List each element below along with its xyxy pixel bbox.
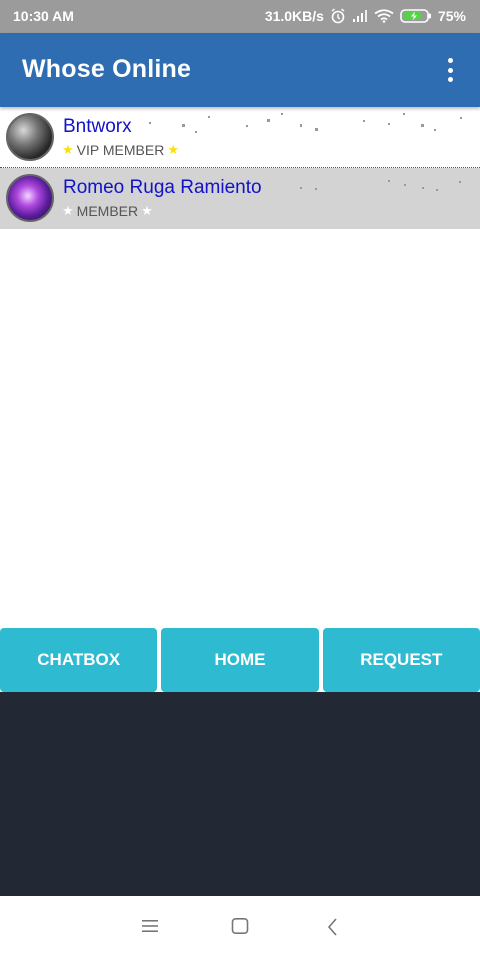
sparkle-decoration <box>300 180 461 191</box>
menu-dot <box>447 58 453 63</box>
request-button[interactable]: REQUEST <box>322 628 480 692</box>
chatbox-button[interactable]: CHATBOX <box>0 628 158 692</box>
menu-icon[interactable] <box>141 918 159 939</box>
status-right: 31.0KB/s 75% <box>265 8 466 24</box>
status-time: 10:30 AM <box>13 8 74 24</box>
online-user-list: Bntworx ★ VIP MEMBER ★ Romeo Ruga Ramien… <box>0 107 480 229</box>
star-icon: ★ <box>62 142 74 157</box>
system-nav-bar <box>0 896 480 960</box>
more-vert-icon[interactable] <box>440 55 460 85</box>
footer-panel <box>0 692 480 896</box>
app-bar: Whose Online <box>0 33 480 107</box>
user-row-bntworx[interactable]: Bntworx ★ VIP MEMBER ★ <box>0 107 480 168</box>
wifi-icon <box>374 9 394 23</box>
status-bar: 10:30 AM 31.0KB/s 75% <box>0 0 480 33</box>
back-icon[interactable] <box>326 918 340 941</box>
page-title: Whose Online <box>22 55 192 83</box>
battery-percent: 75% <box>437 8 466 24</box>
home-button[interactable]: HOME <box>161 628 319 692</box>
bottom-button-bar: CHATBOX HOME REQUEST <box>0 628 480 692</box>
user-name[interactable]: Bntworx <box>63 116 132 138</box>
sparkle-decoration <box>149 113 462 133</box>
battery-charging-icon <box>400 8 432 24</box>
alarm-icon <box>330 8 346 24</box>
signal-icon <box>352 9 368 23</box>
user-row-romeo[interactable]: Romeo Ruga Ramiento ★ MEMBER ★ <box>0 168 480 229</box>
star-icon: ★ <box>62 203 74 218</box>
menu-dot <box>447 67 453 73</box>
home-square-icon[interactable] <box>231 918 249 939</box>
avatar[interactable] <box>6 174 54 222</box>
network-speed: 31.0KB/s <box>264 8 324 24</box>
menu-dot <box>447 77 453 82</box>
role-label: MEMBER <box>76 203 139 219</box>
avatar[interactable] <box>6 113 54 161</box>
